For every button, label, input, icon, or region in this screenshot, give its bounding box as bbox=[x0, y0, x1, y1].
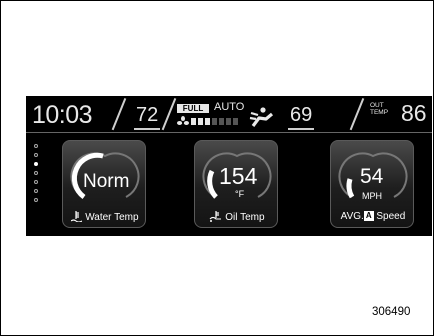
fan-level-segment bbox=[212, 118, 217, 125]
avg-speed-arc bbox=[346, 178, 355, 199]
oil-temp-label: Oil Temp bbox=[195, 211, 279, 223]
clock: 10:03 bbox=[32, 101, 93, 129]
full-auto-badge: FULL bbox=[177, 104, 209, 113]
outside-temp: 86 bbox=[401, 100, 427, 126]
avg-speed-label: AVG. A Speed bbox=[340, 211, 406, 222]
avg-speed-unit: MPH bbox=[362, 191, 382, 201]
climate-status-bar: 10:03 72 FULL AUTO 69 OUT TEMP 86 °F bbox=[26, 96, 432, 132]
driver-temp-underline bbox=[134, 128, 160, 130]
avg-speed-value: 54 bbox=[360, 165, 384, 188]
fan-level-segment bbox=[226, 118, 231, 125]
page-dot bbox=[34, 198, 38, 202]
fan-level-segment bbox=[205, 118, 210, 125]
fan-icon bbox=[177, 116, 189, 125]
divider bbox=[161, 97, 176, 131]
water-temp-icon bbox=[71, 211, 83, 223]
page-dot bbox=[34, 162, 38, 166]
fan-level-segment bbox=[219, 118, 224, 125]
fan-level-segment bbox=[233, 118, 238, 125]
page-dot bbox=[34, 153, 38, 157]
oil-temp-unit: °F bbox=[235, 189, 245, 199]
water-temp-gauge: Norm Water Temp bbox=[62, 140, 146, 228]
water-temp-label: Water Temp bbox=[63, 211, 147, 223]
figure-reference-number: 306490 bbox=[372, 306, 411, 318]
driver-temp-setting[interactable]: 72 bbox=[136, 104, 158, 127]
page-dot bbox=[34, 144, 38, 148]
avg-speed-a-badge: A bbox=[363, 211, 374, 221]
fan-level-segment bbox=[191, 118, 196, 125]
water-temp-value: Norm bbox=[83, 171, 130, 192]
multi-function-display: 10:03 72 FULL AUTO 69 OUT TEMP 86 °F bbox=[26, 96, 432, 236]
page-dot bbox=[34, 171, 38, 175]
outside-temp-label: OUT TEMP bbox=[370, 102, 389, 116]
oil-temp-arc bbox=[207, 169, 218, 199]
avg-speed-gauge: 54 MPH AVG. A Speed bbox=[330, 140, 414, 228]
divider bbox=[349, 97, 364, 131]
airflow-mode-icon[interactable] bbox=[248, 106, 274, 128]
divider bbox=[111, 97, 126, 131]
fan-level-segment bbox=[198, 118, 203, 125]
page-dot bbox=[34, 189, 38, 193]
divider-line bbox=[26, 132, 432, 133]
page-dot bbox=[34, 180, 38, 184]
auto-label: AUTO bbox=[214, 101, 245, 113]
oil-temp-value: 154 bbox=[219, 163, 258, 189]
fan-speed-level[interactable] bbox=[191, 118, 238, 125]
oil-temp-icon bbox=[210, 211, 222, 222]
passenger-temp-setting[interactable]: 69 bbox=[290, 104, 312, 127]
passenger-temp-underline bbox=[288, 128, 314, 130]
oil-temp-gauge: 154 °F Oil Temp bbox=[194, 140, 278, 228]
